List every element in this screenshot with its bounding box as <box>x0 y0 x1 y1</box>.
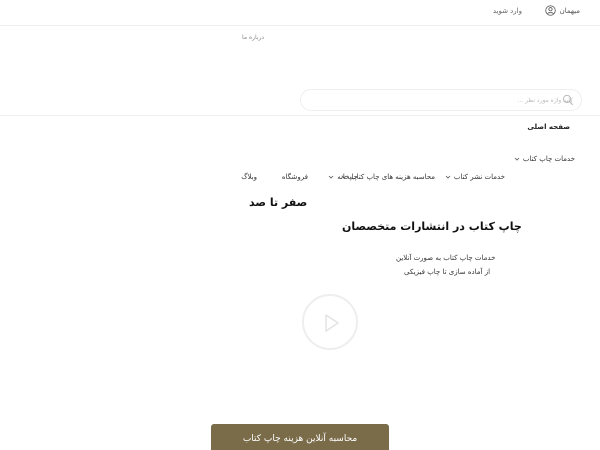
menu-item-blog[interactable]: وبلاگ <box>241 173 257 181</box>
search-input[interactable] <box>327 90 573 110</box>
play-icon <box>325 314 339 332</box>
menu-item-label: خدمات نشر کتاب <box>453 173 505 181</box>
menu-item-label: وبلاگ <box>241 173 257 181</box>
guest-label: میهمان <box>559 6 580 15</box>
chevron-down-icon <box>328 175 334 179</box>
guest-account[interactable]: میهمان <box>544 5 580 16</box>
menu-item-label: محاسبه هزینه های چاپ کتاب <box>350 173 435 181</box>
header-divider <box>0 115 600 116</box>
menu-item-print-services[interactable]: خدمات چاپ کتاب <box>514 155 575 163</box>
search-bar <box>300 89 582 111</box>
menu-item-label: فروشگاه <box>281 173 308 181</box>
menu-item-label: خدمات چاپ کتاب <box>522 155 575 163</box>
menu-item-publish-services[interactable]: خدمات نشر کتاب <box>445 173 505 181</box>
top-bar: میهمان وارد شوید <box>0 0 600 26</box>
menu-home-link[interactable]: صفحه اصلی <box>527 123 570 131</box>
menu-item-printing-house[interactable]: چاپخانه <box>328 173 358 181</box>
login-link[interactable]: وارد شوید <box>493 7 522 15</box>
menu-item-label: چاپخانه <box>337 173 358 181</box>
hero-subtitle-line2: از آماده سازی تا چاپ فیزیکی <box>404 268 491 276</box>
nav-about-link[interactable]: درباره ما <box>242 34 264 41</box>
menu-item-shop[interactable]: فروشگاه <box>282 173 308 181</box>
video-play-button[interactable] <box>302 294 358 350</box>
hero-headline: چاپ کتاب در انتشارات متخصصان <box>342 220 522 233</box>
calculate-cost-button[interactable]: محاسبه آنلاین هزینه چاپ کتاب <box>211 424 389 450</box>
chevron-down-icon <box>445 175 451 179</box>
hero-subtitle-line1: خدمات چاپ کتاب به صورت آنلاین <box>396 254 496 262</box>
chevron-down-icon <box>514 157 520 161</box>
hero-slogan: صفر تا صد <box>249 196 308 209</box>
user-circle-icon <box>544 5 556 16</box>
